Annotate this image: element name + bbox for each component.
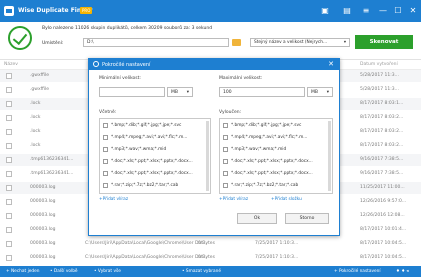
social-icons[interactable]: ♦ ♦ ◂	[396, 269, 409, 274]
chevron-down-icon: ▾	[343, 40, 346, 45]
filter-pattern: *.rar;*.zip;*.7z;*.bz2;*.tar;*.cab	[111, 183, 179, 188]
filter-item[interactable]: *.mp3;*.wav;*.wma;*.mid	[223, 146, 321, 155]
filter-item[interactable]: *.rar;*.zip;*.7z;*.bz2;*.tar;*.cab	[103, 182, 201, 191]
dialog-title: Pokročilé nastavení	[102, 62, 151, 68]
advanced-settings-dialog: Pokročilé nastavení ✕ Minimální velikost…	[88, 58, 340, 236]
path-label: Umístění:	[42, 41, 64, 46]
filter-checkbox[interactable]	[223, 123, 228, 128]
chat-icon[interactable]: ▤	[341, 5, 353, 16]
maximize-icon[interactable]: ☐	[392, 5, 404, 16]
filter-checkbox[interactable]	[103, 123, 108, 128]
scrollbar[interactable]	[328, 121, 331, 191]
add-folder-link[interactable]: +Přidat složku	[271, 197, 302, 202]
chevron-down-icon: ▾	[186, 90, 189, 95]
filter-pattern: *.doc;*.xls;*.ppt;*.xlsx;*.pptx;*.docx..…	[231, 159, 313, 164]
filter-checkbox[interactable]	[103, 135, 108, 140]
ok-button[interactable]: Ok	[237, 213, 277, 224]
filter-checkbox[interactable]	[223, 171, 228, 176]
filter-pattern: *.mp4;*.mpeg;*.avi;*.avi;*.flc;*.m...	[111, 135, 188, 140]
min-unit-select[interactable]: MB ▾	[167, 87, 193, 97]
keep-one-link[interactable]: + Nechat jeden	[6, 269, 40, 274]
add-include-expression-link[interactable]: +Přidat vlíraz	[99, 197, 128, 202]
advanced-settings-link[interactable]: + Pokročilé nastavení	[334, 269, 381, 274]
path-input[interactable]: D:\	[83, 38, 229, 47]
filter-item[interactable]: *.rar;*.zip;*.7z;*.bz2;*.tar;*.cab	[223, 182, 321, 191]
delete-selected-link[interactable]: • Smazat vybrané	[182, 269, 221, 274]
checkmark-icon	[8, 26, 32, 50]
settings-icon	[93, 61, 99, 67]
filter-item[interactable]: *.mp3;*.wav;*.wma;*.mid	[103, 146, 201, 155]
dialog-title-bar: Pokročilé nastavení ✕	[89, 59, 339, 70]
filter-checkbox[interactable]	[103, 147, 108, 152]
min-unit-value: MB	[171, 90, 178, 95]
filter-item[interactable]: *.doc;*.xls;*.ppt;*.xlsx;*.pptx;*.docx..…	[103, 158, 201, 167]
filter-pattern: *.doc;*.xls;*.ppt;*.xlsx;*.pptx;*.docx..…	[111, 159, 193, 164]
max-size-label: Maximální velikost:	[219, 76, 263, 81]
include-label: Včetně:	[99, 110, 117, 115]
filter-pattern: *.mp4;*.mpeg;*.avi;*.avi;*.flc;*.m...	[231, 135, 308, 140]
max-unit-value: MB	[311, 90, 318, 95]
filter-pattern: *.rar;*.zip;*.7z;*.bz2;*.tar;*.cab	[231, 183, 299, 188]
filter-pattern: *.doc;*.xls;*.ppt;*.xlsx;*.pptx;*.docx..…	[231, 171, 313, 176]
title-bar: Wise Duplicate Finder PRO ▣ ▤ ≡ — ☐ ✕	[0, 0, 421, 22]
max-unit-select[interactable]: MB ▾	[307, 87, 333, 97]
pro-badge: PRO	[80, 7, 93, 14]
select-all-link[interactable]: • Vybrat vše	[94, 269, 121, 274]
filter-pattern: *.mp3;*.wav;*.wma;*.mid	[231, 147, 287, 152]
min-size-input[interactable]	[99, 87, 165, 97]
scan-mode-value: Stejný název a velikost (Nejrych...	[254, 40, 328, 45]
close-icon[interactable]: ✕	[407, 5, 419, 16]
max-size-input[interactable]: 100	[219, 87, 305, 97]
filter-checkbox[interactable]	[223, 147, 228, 152]
folder-icon[interactable]	[232, 39, 241, 46]
add-exclude-expression-link[interactable]: +Přidat vlíraz	[219, 197, 248, 202]
exclude-list[interactable]: *.bmp;*.dib;*.gif;*.jpg;*.jpe;*.svc *.mp4…	[219, 118, 333, 194]
filter-item[interactable]: *.doc;*.xls;*.ppt;*.xlsx;*.pptx;*.docx..…	[223, 158, 321, 167]
filter-checkbox[interactable]	[103, 159, 108, 164]
app-logo-icon	[4, 6, 14, 16]
filter-pattern: *.doc;*.xls;*.ppt;*.xlsx;*.pptx;*.docx..…	[111, 171, 193, 176]
filter-checkbox[interactable]	[223, 159, 228, 164]
filter-pattern: *.mp3;*.wav;*.wma;*.mid	[111, 147, 167, 152]
monitor-icon[interactable]: ▣	[319, 5, 331, 16]
filter-item[interactable]: *.doc;*.xls;*.ppt;*.xlsx;*.pptx;*.docx..…	[223, 170, 321, 179]
filter-checkbox[interactable]	[223, 183, 228, 188]
scan-result-text: Bylo nalezeno 11026 skupin duplikátů, ce…	[42, 26, 213, 31]
scan-toolbar: Bylo nalezeno 11026 skupin duplikátů, ce…	[0, 22, 421, 60]
filter-checkbox[interactable]	[223, 135, 228, 140]
filter-item[interactable]: *.mp4;*.mpeg;*.avi;*.avi;*.flc;*.m...	[103, 134, 201, 143]
filter-item[interactable]: *.doc;*.xls;*.ppt;*.xlsx;*.pptx;*.docx..…	[103, 170, 201, 179]
filter-item[interactable]: *.bmp;*.dib;*.gif;*.jpg;*.jpe;*.svc	[103, 122, 201, 131]
scrollbar[interactable]	[206, 121, 209, 191]
exclude-label: Vyloučen:	[219, 110, 242, 115]
min-size-label: Minimální velikost:	[99, 76, 141, 81]
cancel-button[interactable]: Storno	[285, 213, 329, 224]
filter-checkbox[interactable]	[103, 171, 108, 176]
include-list[interactable]: *.bmp;*.dib;*.gif;*.jpg;*.jpe;*.svc *.mp4…	[99, 118, 211, 194]
scan-mode-select[interactable]: Stejný název a velikost (Nejrych... ▾	[250, 38, 350, 47]
filter-checkbox[interactable]	[103, 183, 108, 188]
minimize-icon[interactable]: —	[377, 5, 389, 16]
filter-item[interactable]: *.bmp;*.dib;*.gif;*.jpg;*.jpe;*.svc	[223, 122, 321, 131]
dialog-close-icon[interactable]: ✕	[328, 60, 334, 68]
scan-button[interactable]: Skenovat	[355, 35, 413, 49]
filter-item[interactable]: *.mp4;*.mpeg;*.avi;*.avi;*.flc;*.m...	[223, 134, 321, 143]
other-options-link[interactable]: • Další volbě	[50, 269, 78, 274]
filter-pattern: *.bmp;*.dib;*.gif;*.jpg;*.jpe;*.svc	[231, 123, 302, 128]
status-bar: + Nechat jeden • Další volbě • Vybrat vš…	[0, 266, 421, 277]
chevron-down-icon: ▾	[326, 90, 329, 95]
filter-pattern: *.bmp;*.dib;*.gif;*.jpg;*.jpe;*.svc	[111, 123, 182, 128]
menu-icon[interactable]: ≡	[360, 5, 372, 16]
